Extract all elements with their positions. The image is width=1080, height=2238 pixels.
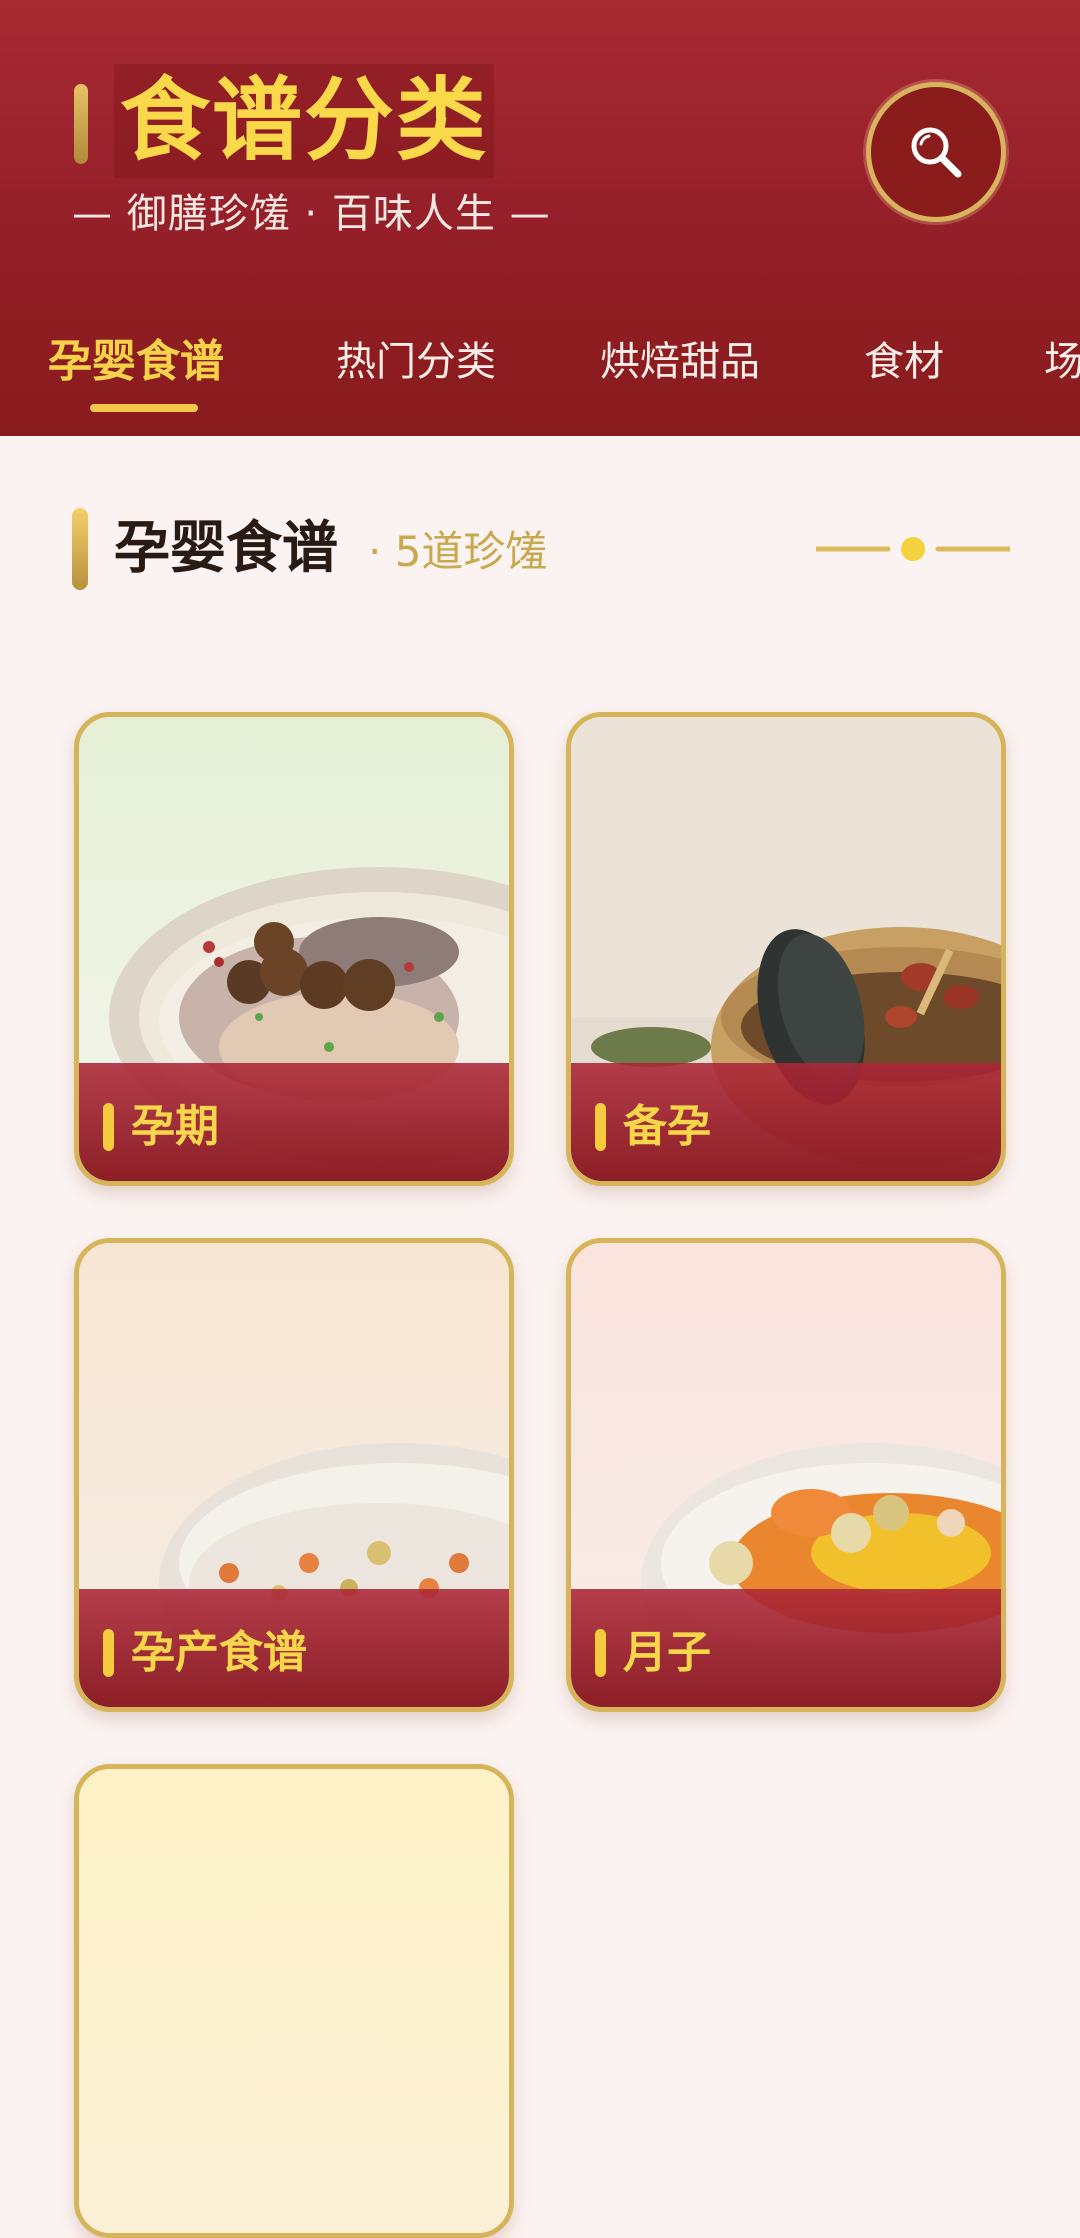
card-label-accent: [103, 1103, 114, 1151]
page-title: 食谱分类: [120, 68, 488, 173]
section-count: · 5道珍馐: [368, 527, 548, 576]
page-subtitle: — 御膳珍馐 · 百味人生 —: [72, 191, 551, 237]
tab-maternal-infant[interactable]: 孕婴食谱: [48, 332, 224, 392]
tab-scene[interactable]: 场: [1044, 332, 1080, 392]
title-accent-bar: [74, 84, 88, 164]
divider-dot-ornament: [816, 537, 1010, 561]
card-label-accent: [595, 1629, 606, 1677]
category-card-preconception[interactable]: 备孕: [566, 712, 1006, 1186]
category-card-maternity-recipes[interactable]: 孕产食谱: [74, 1238, 514, 1712]
header: 食谱分类 — 御膳珍馐 · 百味人生 — 孕婴食谱 热门分类 烘焙甜品 食材 场: [0, 0, 1080, 436]
category-card-fifth[interactable]: [74, 1764, 514, 2238]
card-label: 孕产食谱: [131, 1627, 307, 1678]
tab-baking-desserts[interactable]: 烘焙甜品: [600, 332, 760, 392]
search-icon: [911, 127, 962, 178]
active-tab-indicator: [90, 404, 198, 412]
section-title: 孕婴食谱: [114, 516, 338, 581]
card-label: 孕期: [131, 1101, 219, 1152]
category-card-postpartum[interactable]: 月子: [566, 1238, 1006, 1712]
category-card-pregnancy[interactable]: 孕期: [74, 712, 514, 1186]
search-button[interactable]: [866, 82, 1006, 222]
card-photo: [79, 1769, 509, 2233]
card-label-accent: [595, 1103, 606, 1151]
tab-popular[interactable]: 热门分类: [336, 332, 496, 392]
card-label: 月子: [623, 1627, 711, 1678]
card-label-accent: [103, 1629, 114, 1677]
tab-ingredients[interactable]: 食材: [864, 332, 944, 392]
page-title-box: 食谱分类: [114, 64, 494, 178]
card-label: 备孕: [623, 1101, 711, 1152]
section-accent-bar: [72, 508, 88, 590]
